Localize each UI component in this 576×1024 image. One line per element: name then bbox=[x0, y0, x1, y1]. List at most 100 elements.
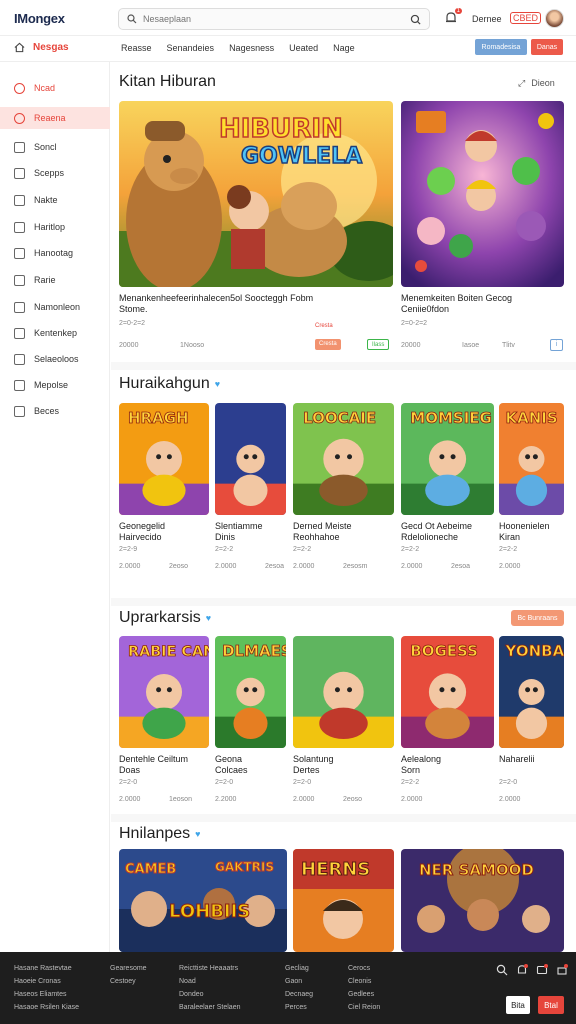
sidebar-item[interactable]: Hanootag bbox=[0, 242, 110, 264]
logo[interactable]: IMongex bbox=[14, 11, 65, 26]
sidebar-item[interactable]: Kentenkep bbox=[0, 322, 110, 344]
card-title[interactable]: Slentiamme Dinis bbox=[215, 521, 296, 543]
game-card[interactable]: BOGESS bbox=[401, 636, 494, 748]
sidebar-item[interactable]: Selaeoloos bbox=[0, 348, 110, 370]
notification-badge: 1 bbox=[454, 8, 462, 14]
game-card[interactable]: LOOCAIE bbox=[293, 403, 394, 515]
footer-link[interactable]: Cerocs bbox=[348, 962, 380, 975]
subnav-link[interactable]: Nage bbox=[333, 43, 355, 53]
footer-link[interactable]: Gecliag bbox=[285, 962, 313, 975]
footer-link[interactable]: Dondeo bbox=[179, 988, 241, 1001]
footer-red-button[interactable]: Btal bbox=[538, 996, 564, 1014]
sidebar-item[interactable]: Mepolse bbox=[0, 374, 110, 396]
search-bar[interactable] bbox=[118, 8, 430, 30]
game-card[interactable]: HERNS bbox=[293, 849, 394, 952]
card-title[interactable]: Menemkeiten Boiten Gecog Ceniie0fdon bbox=[401, 293, 564, 315]
search-input[interactable] bbox=[143, 14, 410, 24]
footer-link[interactable]: Decnaeg bbox=[285, 988, 313, 1001]
card-title[interactable]: Gecd Ot Aebeime Rdelolioneche bbox=[401, 521, 504, 543]
section-view-all[interactable]: ⤢ Dieon bbox=[518, 78, 555, 89]
footer-link[interactable]: Cestoey bbox=[110, 975, 147, 988]
footer-button[interactable]: Bita bbox=[506, 996, 530, 1014]
subnav-link[interactable]: Nagesness bbox=[229, 43, 274, 53]
game-card[interactable]: YONBAN bbox=[499, 636, 564, 748]
game-art-image: MOMSIEG bbox=[401, 403, 494, 515]
voice-search-icon[interactable] bbox=[410, 14, 421, 25]
subnav-link[interactable]: Ueated bbox=[289, 43, 318, 53]
sidebar-item[interactable]: Namonleon bbox=[0, 296, 110, 318]
search-icon[interactable] bbox=[496, 964, 508, 976]
card-title[interactable]: Menankenheefeerinhalecen5ol Soocteggh Fo… bbox=[119, 293, 393, 315]
section-title: Huraikahgun ♥ bbox=[119, 375, 221, 392]
footer-link[interactable]: Noad bbox=[179, 975, 241, 988]
card-title[interactable]: Aelealong Sorn bbox=[401, 754, 504, 776]
footer-link[interactable]: Hasane Rastevtae bbox=[14, 962, 79, 975]
footer-link[interactable]: Perces bbox=[285, 1001, 313, 1014]
sidebar-item[interactable]: Beces bbox=[0, 400, 110, 422]
sidebar-item[interactable]: Nakte bbox=[0, 189, 110, 211]
info-icon[interactable]: i bbox=[550, 339, 563, 351]
game-card[interactable]: RABIE CANS bbox=[119, 636, 209, 748]
sidebar-item[interactable]: Haritlop bbox=[0, 216, 110, 238]
featured-card[interactable] bbox=[401, 101, 564, 287]
section-action-button[interactable]: Bc Bunraans bbox=[511, 610, 564, 626]
heart-icon: ♥ bbox=[214, 378, 221, 389]
card-title[interactable]: Naharelii bbox=[499, 754, 574, 765]
user-badge[interactable]: CBED bbox=[510, 12, 542, 24]
footer-link[interactable]: Haoeie Cronas bbox=[14, 975, 79, 988]
status-badge[interactable]: Ilass bbox=[367, 339, 390, 350]
game-card[interactable]: MOMSIEG bbox=[401, 403, 494, 515]
cart-icon[interactable] bbox=[556, 964, 568, 976]
logo-text: CAMEB bbox=[125, 862, 176, 877]
game-card[interactable]: NER SAMOOD bbox=[401, 849, 564, 952]
message-icon[interactable] bbox=[536, 964, 548, 976]
game-card[interactable] bbox=[293, 636, 394, 748]
footer-link[interactable]: Gearesome bbox=[110, 962, 147, 975]
footer-link[interactable]: Cleonis bbox=[348, 975, 380, 988]
card-meta: 2.0000 bbox=[215, 563, 237, 570]
home-link[interactable]: Nesgas bbox=[14, 42, 69, 53]
card-title[interactable]: Geona Colcaes bbox=[215, 754, 296, 776]
sidebar-item-active[interactable]: Reaena bbox=[0, 107, 110, 129]
footer-link[interactable]: Haseos Eliamtes bbox=[14, 988, 79, 1001]
game-card[interactable]: CAMEB GAKTRIS LOHBIIS bbox=[119, 849, 287, 952]
card-title[interactable]: Solantung Dertes bbox=[293, 754, 404, 776]
card-title[interactable]: Hoonenielen Kiran bbox=[499, 521, 574, 543]
user-name[interactable]: Dernee bbox=[472, 14, 502, 24]
sidebar-item[interactable]: Soncl bbox=[0, 136, 110, 158]
red-action-button[interactable]: Danas bbox=[531, 39, 563, 55]
footer-link[interactable]: Gedlees bbox=[348, 988, 380, 1001]
sidebar-item[interactable]: Rarie bbox=[0, 269, 110, 291]
home-icon bbox=[14, 42, 25, 53]
game-card[interactable] bbox=[215, 403, 286, 515]
footer-link[interactable]: Reicttiste Heaaatrs bbox=[179, 962, 241, 975]
avatar[interactable] bbox=[545, 9, 564, 28]
footer-link[interactable]: Baraleelaer Stelaen bbox=[179, 1001, 241, 1014]
card-subtitle: 2=2-0 bbox=[215, 779, 234, 786]
card-title[interactable]: Geonegelid Hairvecido bbox=[119, 521, 219, 543]
card-meta: 2eoso bbox=[169, 563, 189, 570]
card-title[interactable]: Dentehle Ceiltum Doas bbox=[119, 754, 219, 776]
game-art-image: LOOCAIE bbox=[293, 403, 394, 515]
game-art-image bbox=[215, 403, 286, 515]
footer-icons bbox=[496, 964, 568, 976]
footer-link[interactable]: Gaon bbox=[285, 975, 313, 988]
footer-link[interactable]: Ciel Reion bbox=[348, 1001, 380, 1014]
status-badge[interactable]: Cresta bbox=[315, 339, 341, 350]
game-card[interactable]: HRAGH bbox=[119, 403, 209, 515]
box-icon bbox=[14, 274, 25, 286]
notification-bell-icon[interactable]: 1 bbox=[444, 8, 462, 25]
check-icon bbox=[14, 405, 25, 417]
footer-link[interactable]: Hasaoe Rsilen Kiase bbox=[14, 1001, 79, 1014]
blue-action-button[interactable]: Romadesisa bbox=[475, 39, 527, 55]
sidebar-item[interactable]: Scepps bbox=[0, 162, 110, 184]
subnav-link[interactable]: Senandeies bbox=[167, 43, 215, 53]
bell-icon[interactable] bbox=[516, 964, 528, 976]
home-label: Nesgas bbox=[33, 42, 69, 53]
game-card[interactable]: DLMAES bbox=[215, 636, 286, 748]
subnav-link[interactable]: Reasse bbox=[121, 43, 152, 53]
featured-card[interactable]: HIBURIN GOWLELA bbox=[119, 101, 393, 287]
card-title[interactable]: Derned Meiste Reohhahoe bbox=[293, 521, 404, 543]
sidebar-item-news[interactable]: Ncad bbox=[0, 77, 110, 99]
game-card[interactable]: KANIS bbox=[499, 403, 564, 515]
